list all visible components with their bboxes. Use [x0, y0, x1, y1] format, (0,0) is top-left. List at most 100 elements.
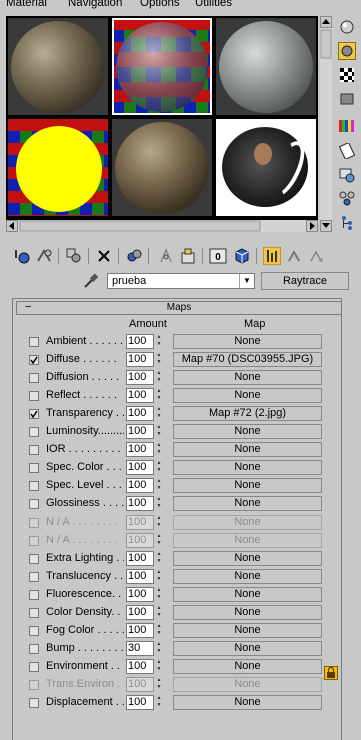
- put-to-library-icon[interactable]: [178, 246, 198, 266]
- amount-spinner-icon[interactable]: ▲ ▼: [154, 623, 164, 638]
- amount-spinner-icon[interactable]: ▲ ▼: [154, 406, 164, 421]
- map-enable-checkbox[interactable]: [29, 554, 39, 564]
- sample-slot-1[interactable]: [8, 18, 108, 115]
- map-slot-button[interactable]: None: [173, 677, 322, 692]
- map-amount-field[interactable]: 100: [126, 388, 154, 403]
- map-slot-button[interactable]: None: [173, 533, 322, 548]
- map-amount-field[interactable]: 100: [126, 533, 154, 548]
- map-amount-field[interactable]: 100: [126, 334, 154, 349]
- map-amount-field[interactable]: 100: [126, 677, 154, 692]
- map-enable-checkbox[interactable]: [29, 445, 39, 455]
- amount-spinner-icon[interactable]: ▲ ▼: [154, 370, 164, 385]
- assign-material-to-selection-icon[interactable]: [64, 246, 84, 266]
- map-amount-field[interactable]: 100: [126, 515, 154, 530]
- amount-spinner-icon[interactable]: ▲ ▼: [154, 515, 164, 530]
- get-material-icon[interactable]: [12, 246, 32, 266]
- pick-material-eyedropper-icon[interactable]: [82, 273, 100, 289]
- map-amount-field[interactable]: 100: [126, 569, 154, 584]
- map-slot-button[interactable]: None: [173, 587, 322, 602]
- amount-spinner-icon[interactable]: ▲ ▼: [154, 388, 164, 403]
- map-enable-checkbox[interactable]: [29, 499, 39, 509]
- options-icon[interactable]: [338, 166, 356, 184]
- amount-spinner-icon[interactable]: ▲ ▼: [154, 605, 164, 620]
- map-amount-field[interactable]: 100: [126, 442, 154, 457]
- menu-options[interactable]: Options: [140, 0, 180, 9]
- backlight-icon[interactable]: [338, 42, 356, 60]
- map-enable-checkbox[interactable]: [29, 626, 39, 636]
- show-map-in-viewport-icon[interactable]: [232, 246, 252, 266]
- slots-vertical-scrollbar[interactable]: [320, 16, 332, 232]
- amount-spinner-icon[interactable]: ▲ ▼: [154, 478, 164, 493]
- reset-map-delete-icon[interactable]: [94, 246, 114, 266]
- map-amount-field[interactable]: 100: [126, 406, 154, 421]
- map-amount-field[interactable]: 100: [126, 370, 154, 385]
- map-enable-checkbox[interactable]: [29, 337, 39, 347]
- map-slot-button[interactable]: None: [173, 370, 322, 385]
- amount-spinner-icon[interactable]: ▲ ▼: [154, 496, 164, 511]
- map-enable-checkbox[interactable]: [29, 391, 39, 401]
- map-enable-checkbox[interactable]: [29, 590, 39, 600]
- map-slot-button[interactable]: None: [173, 659, 322, 674]
- sample-slot-5[interactable]: [112, 119, 212, 216]
- map-enable-checkbox[interactable]: [29, 698, 39, 708]
- menu-utilities[interactable]: Utilities: [195, 0, 232, 9]
- map-slot-button[interactable]: None: [173, 515, 322, 530]
- map-amount-field[interactable]: 100: [126, 424, 154, 439]
- video-color-check-icon[interactable]: [338, 118, 356, 136]
- material-name-dropdown[interactable]: prueba ▼: [107, 273, 255, 289]
- map-amount-field[interactable]: 100: [126, 551, 154, 566]
- amount-spinner-icon[interactable]: ▲ ▼: [154, 695, 164, 710]
- go-to-parent-icon[interactable]: [284, 246, 304, 266]
- map-slot-button[interactable]: None: [173, 496, 322, 511]
- map-slot-button[interactable]: None: [173, 623, 322, 638]
- background-checker-icon[interactable]: [338, 66, 356, 84]
- map-amount-field[interactable]: 100: [126, 460, 154, 475]
- amount-spinner-icon[interactable]: ▲ ▼: [154, 334, 164, 349]
- slots-horizontal-scrollbar[interactable]: [6, 220, 318, 232]
- map-amount-field[interactable]: 100: [126, 659, 154, 674]
- map-enable-checkbox[interactable]: [29, 518, 39, 528]
- dropdown-arrow-icon[interactable]: ▼: [239, 274, 254, 288]
- map-enable-checkbox[interactable]: [29, 409, 39, 419]
- amount-spinner-icon[interactable]: ▲ ▼: [154, 659, 164, 674]
- map-amount-field[interactable]: 100: [126, 587, 154, 602]
- map-enable-checkbox[interactable]: [29, 680, 39, 690]
- map-slot-button[interactable]: None: [173, 388, 322, 403]
- map-enable-checkbox[interactable]: [29, 427, 39, 437]
- map-amount-field[interactable]: 100: [126, 623, 154, 638]
- map-enable-checkbox[interactable]: [29, 481, 39, 491]
- amount-spinner-icon[interactable]: ▲ ▼: [154, 352, 164, 367]
- sample-uv-tiling-icon[interactable]: [338, 90, 356, 108]
- amount-spinner-icon[interactable]: ▲ ▼: [154, 442, 164, 457]
- amount-spinner-icon[interactable]: ▲ ▼: [154, 587, 164, 602]
- map-amount-field[interactable]: 100: [126, 605, 154, 620]
- amount-spinner-icon[interactable]: ▲ ▼: [154, 533, 164, 548]
- map-enable-checkbox[interactable]: [29, 536, 39, 546]
- map-slot-button[interactable]: None: [173, 478, 322, 493]
- amount-spinner-icon[interactable]: ▲ ▼: [154, 424, 164, 439]
- map-slot-button[interactable]: Map #72 (2.jpg): [173, 406, 322, 421]
- sample-type-icon[interactable]: [338, 18, 356, 36]
- map-slot-button[interactable]: None: [173, 569, 322, 584]
- make-preview-icon[interactable]: [338, 142, 356, 160]
- map-amount-field[interactable]: 100: [126, 695, 154, 710]
- map-enable-checkbox[interactable]: [29, 662, 39, 672]
- go-forward-to-sibling-icon[interactable]: [306, 246, 326, 266]
- amount-spinner-icon[interactable]: ▲ ▼: [154, 677, 164, 692]
- menu-material[interactable]: Material: [6, 0, 47, 9]
- map-amount-field[interactable]: 100: [126, 496, 154, 511]
- map-enable-checkbox[interactable]: [29, 572, 39, 582]
- material-map-navigator-icon[interactable]: [338, 214, 356, 232]
- map-enable-checkbox[interactable]: [29, 608, 39, 618]
- make-unique-icon[interactable]: [156, 246, 176, 266]
- map-slot-button[interactable]: None: [173, 695, 322, 710]
- map-slot-button[interactable]: None: [173, 442, 322, 457]
- sample-slot-2[interactable]: [112, 18, 212, 115]
- amount-spinner-icon[interactable]: ▲ ▼: [154, 569, 164, 584]
- map-slot-button[interactable]: None: [173, 605, 322, 620]
- put-material-to-scene-icon[interactable]: [34, 246, 54, 266]
- amount-spinner-icon[interactable]: ▲ ▼: [154, 641, 164, 656]
- amount-spinner-icon[interactable]: ▲ ▼: [154, 551, 164, 566]
- lock-icon[interactable]: [324, 666, 338, 680]
- sample-slot-4[interactable]: [8, 119, 108, 216]
